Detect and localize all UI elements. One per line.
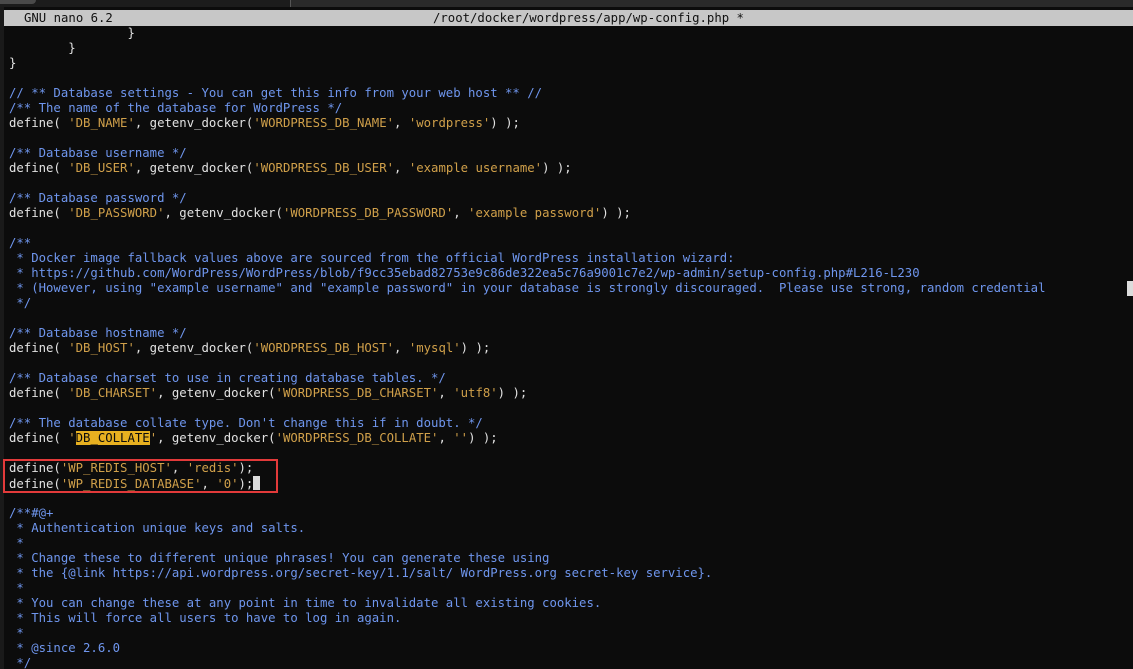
define-db-host: define( 'DB_HOST', getenv_docker('WORDPR…: [9, 341, 491, 355]
comment-line: * @since 2.6.0: [9, 641, 121, 655]
line-overflow-marker: [1127, 281, 1133, 296]
comment-line: /**: [9, 236, 32, 250]
comment-line: /**#@+: [9, 506, 54, 520]
define-db-name: define( 'DB_NAME', getenv_docker('WORDPR…: [9, 116, 520, 130]
comment-line: * Change these to different unique phras…: [9, 551, 550, 565]
define-db-password: define( 'DB_PASSWORD', getenv_docker('WO…: [9, 206, 631, 220]
comment-line: * Docker image fallback values above are…: [9, 251, 735, 265]
define-db-charset: define( 'DB_CHARSET', getenv_docker('WOR…: [9, 386, 528, 400]
define-db-user: define( 'DB_USER', getenv_docker('WORDPR…: [9, 161, 572, 175]
nano-version: GNU nano 6.2: [24, 11, 113, 25]
comment-line: *: [9, 536, 24, 550]
terminal-tab-active[interactable]: [290, 0, 1133, 7]
terminal-tab-strip: [0, 0, 1133, 7]
comment-line: /** Database hostname */: [9, 326, 187, 340]
comment-line: */: [9, 656, 32, 669]
comment-line: * Authentication unique keys and salts.: [9, 521, 306, 535]
comment-line: * the {@link https://api.wordpress.org/s…: [9, 566, 713, 580]
comment-line: * https://github.com/WordPress/WordPress…: [9, 266, 920, 280]
comment-line: /** Database username */: [9, 146, 187, 160]
comment-line: /** Database charset to use in creating …: [9, 371, 446, 385]
comment-line: /** Database password */: [9, 191, 187, 205]
define-db-collate: define( 'DB_COLLATE', getenv_docker('WOR…: [9, 431, 498, 445]
file-path: /root/docker/wordpress/app/wp-config.php…: [433, 11, 744, 25]
comment-line: /** The name of the database for WordPre…: [9, 101, 343, 115]
comment-line: *: [9, 626, 24, 640]
editor-text-area[interactable]: } } } // ** Database settings - You can …: [9, 26, 1133, 669]
code-line: }: [9, 26, 135, 40]
code-line: }: [9, 41, 76, 55]
nano-title-bar: GNU nano 6.2 /root/docker/wordpress/app/…: [4, 10, 1133, 26]
comment-line: /** The database collate type. Don't cha…: [9, 416, 483, 430]
search-highlight: DB_COLLATE: [75, 431, 150, 445]
window-edge: [0, 7, 4, 669]
comment-line: * This will force all users to have to l…: [9, 611, 402, 625]
comment-line: // ** Database settings - You can get th…: [9, 86, 543, 100]
code-line: }: [9, 56, 17, 70]
comment-line: */: [9, 296, 32, 310]
comment-line: * (However, using "example username" and…: [9, 281, 1046, 295]
comment-line: * You can change these at any point in t…: [9, 596, 602, 610]
redis-highlight-box: [3, 459, 278, 493]
comment-line: *: [9, 581, 24, 595]
terminal-tab[interactable]: [0, 0, 36, 4]
